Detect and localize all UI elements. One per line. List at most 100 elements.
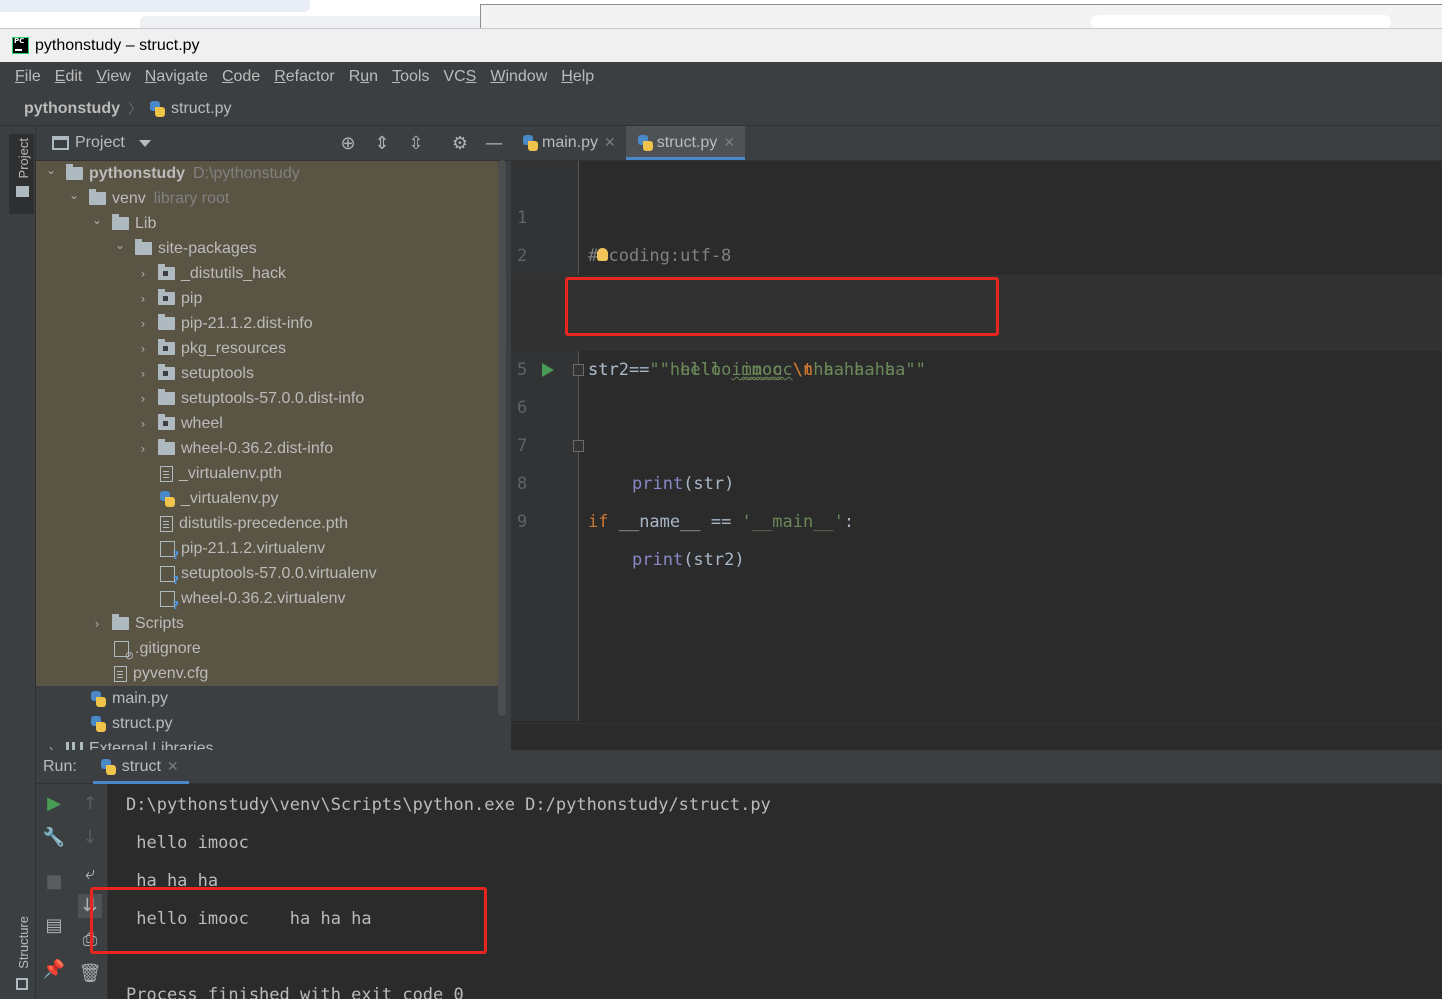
code-line[interactable]: 3 str = " hello imooc \n ha ha ha " (511, 237, 1442, 380)
code-line[interactable]: 2 (511, 199, 1442, 266)
close-icon[interactable]: ✕ (167, 759, 179, 775)
code-text: print(str2) (632, 541, 745, 579)
tree-item[interactable]: ›struct.py (36, 711, 496, 736)
tree-item[interactable]: ›wheel-0.36.2.virtualenv (36, 586, 496, 612)
chevron-right-icon[interactable]: › (136, 267, 150, 281)
tree-item-label: pythonstudy (89, 164, 185, 182)
chevron-right-icon[interactable]: › (136, 442, 150, 456)
python-file-icon (160, 490, 175, 507)
collapse-all-icon[interactable]: ⇳ (406, 134, 426, 154)
tree-item-label: distutils-precedence.pth (179, 514, 348, 532)
tree-item[interactable]: ⌄ site-packages (36, 236, 496, 261)
code-line[interactable]: 8 print(str2) (511, 427, 1442, 570)
line-number: 9 (517, 512, 528, 532)
menu-window[interactable]: Window (483, 68, 554, 86)
tree-item[interactable]: › setuptools-57.0.0.dist-info (36, 386, 496, 411)
tree-item[interactable]: › pkg_resources (36, 336, 496, 361)
tree-item[interactable]: › setuptools (36, 361, 496, 386)
rerun-icon[interactable]: ▶ (42, 792, 66, 816)
menu-vcs[interactable]: VCS (436, 68, 483, 86)
fold-icon[interactable] (573, 440, 584, 452)
locate-icon[interactable]: ⊕ (338, 134, 358, 154)
tree-item[interactable]: › wheel (36, 411, 496, 436)
wrench-icon[interactable]: 🔧 (42, 826, 66, 850)
run-tab-struct[interactable]: struct ✕ (92, 750, 189, 784)
tree-item[interactable]: ›distutils-precedence.pth (36, 511, 496, 536)
chevron-down-icon[interactable] (138, 139, 151, 147)
chevron-down-icon[interactable]: ⌄ (44, 163, 58, 177)
tree-item[interactable]: › pip (36, 286, 496, 311)
chevron-right-icon[interactable]: › (136, 292, 150, 306)
chevron-right-icon[interactable]: › (136, 317, 150, 331)
run-gutter-icon[interactable] (542, 363, 554, 377)
hide-icon[interactable]: — (484, 134, 504, 154)
trash-icon[interactable]: 🗑 (78, 962, 102, 986)
chevron-right-icon[interactable]: › (136, 392, 150, 406)
tree-item-label: pip-21.1.2.virtualenv (181, 539, 326, 557)
tree-item[interactable]: ⌄ pythonstudy D:\pythonstudy (36, 161, 496, 186)
chevron-right-icon[interactable]: › (90, 617, 104, 631)
code-line[interactable]: 9 (511, 465, 1442, 532)
tree-item[interactable]: ›setuptools-57.0.0.virtualenv (36, 561, 496, 587)
window-title: pythonstudy – struct.py (35, 36, 200, 54)
chevron-right-icon[interactable]: › (136, 417, 150, 431)
tree-item[interactable]: › wheel-0.36.2.dist-info (36, 436, 496, 461)
annotation-highlight-box (565, 277, 999, 336)
tree-item[interactable]: › pip-21.1.2.dist-info (36, 311, 496, 336)
project-tree: ⌄ pythonstudy D:\pythonstudy ⌄ venv library r… (36, 161, 511, 750)
tree-item[interactable]: ›pyvenv.cfg (36, 661, 496, 686)
arrow-up-icon[interactable]: ↑ (78, 792, 102, 816)
menu-help[interactable]: Help (554, 68, 601, 86)
menu-navigate[interactable]: Navigate (138, 68, 215, 86)
code-line[interactable]: 1 # coding:utf-8 (511, 161, 1442, 266)
fold-icon[interactable] (573, 364, 584, 376)
tree-item[interactable]: › Scripts (36, 611, 496, 636)
structure-tool-tab[interactable]: Structure (16, 916, 31, 969)
chevron-down-icon[interactable]: ⌄ (67, 188, 81, 202)
tree-item[interactable]: › External Libraries (36, 736, 496, 750)
menu-tools[interactable]: Tools (385, 68, 436, 86)
soft-wrap-icon[interactable]: ⤶ (78, 862, 102, 886)
chevron-right-icon[interactable]: › (44, 742, 58, 751)
code-line[interactable]: 7 print(str) (511, 389, 1442, 494)
tree-item[interactable]: ⌄ venv library root (36, 186, 496, 211)
menu-refactor[interactable]: Refactor (267, 68, 341, 86)
lightbulb-icon[interactable] (597, 248, 608, 261)
tree-item[interactable]: ›_virtualenv.pth (36, 461, 496, 486)
chevron-down-icon[interactable]: ⌄ (113, 238, 127, 252)
pin-icon[interactable]: 📌 (42, 958, 66, 982)
layout-icon[interactable]: ▤ (42, 914, 66, 938)
project-panel-title[interactable]: Project (75, 134, 125, 152)
menu-code[interactable]: Code (215, 68, 267, 86)
editor: main.py ✕ struct.py ✕ 1 # coding:utf-8 2… (511, 126, 1442, 750)
chevron-right-icon[interactable]: › (136, 367, 150, 381)
chevron-down-icon[interactable]: ⌄ (90, 213, 104, 227)
code-line[interactable]: 6 if __name__ == '__main__': (511, 351, 1442, 532)
close-icon[interactable]: ✕ (723, 135, 735, 151)
gear-icon[interactable]: ⚙ (450, 134, 470, 154)
tree-item[interactable]: › _distutils_hack (36, 261, 496, 286)
menu-run[interactable]: Run (342, 68, 385, 86)
tree-item[interactable]: ›main.py (36, 686, 496, 711)
breadcrumb-project[interactable]: pythonstudy (24, 100, 120, 118)
keyword-token: if (588, 512, 609, 532)
chevron-right-icon[interactable]: › (136, 342, 150, 356)
stop-icon[interactable]: ■ (42, 870, 66, 894)
tree-item[interactable]: ›pip-21.1.2.virtualenv (36, 536, 496, 562)
breadcrumb-file[interactable]: struct.py (171, 100, 231, 118)
tree-item[interactable]: ⌄ Lib (36, 211, 496, 236)
tab-main-py[interactable]: main.py ✕ (511, 126, 626, 160)
arrow-down-icon[interactable]: ↓ (78, 826, 102, 850)
expand-all-icon[interactable]: ⇕ (372, 134, 392, 154)
close-icon[interactable]: ✕ (604, 135, 616, 151)
tree-item[interactable]: ›.gitignore (36, 636, 496, 662)
tab-struct-py[interactable]: struct.py ✕ (625, 126, 746, 160)
project-tree-scrollbar[interactable] (498, 160, 506, 716)
run-tab-label: struct (121, 757, 161, 775)
package-icon (158, 264, 175, 280)
tree-item[interactable]: ›_virtualenv.py (36, 486, 496, 511)
menu-file[interactable]: File (8, 68, 48, 86)
menu-edit[interactable]: Edit (48, 68, 90, 86)
menu-view[interactable]: View (89, 68, 137, 86)
code-area[interactable]: 1 # coding:utf-8 2 3 str = " hello imooc… (511, 161, 1442, 750)
